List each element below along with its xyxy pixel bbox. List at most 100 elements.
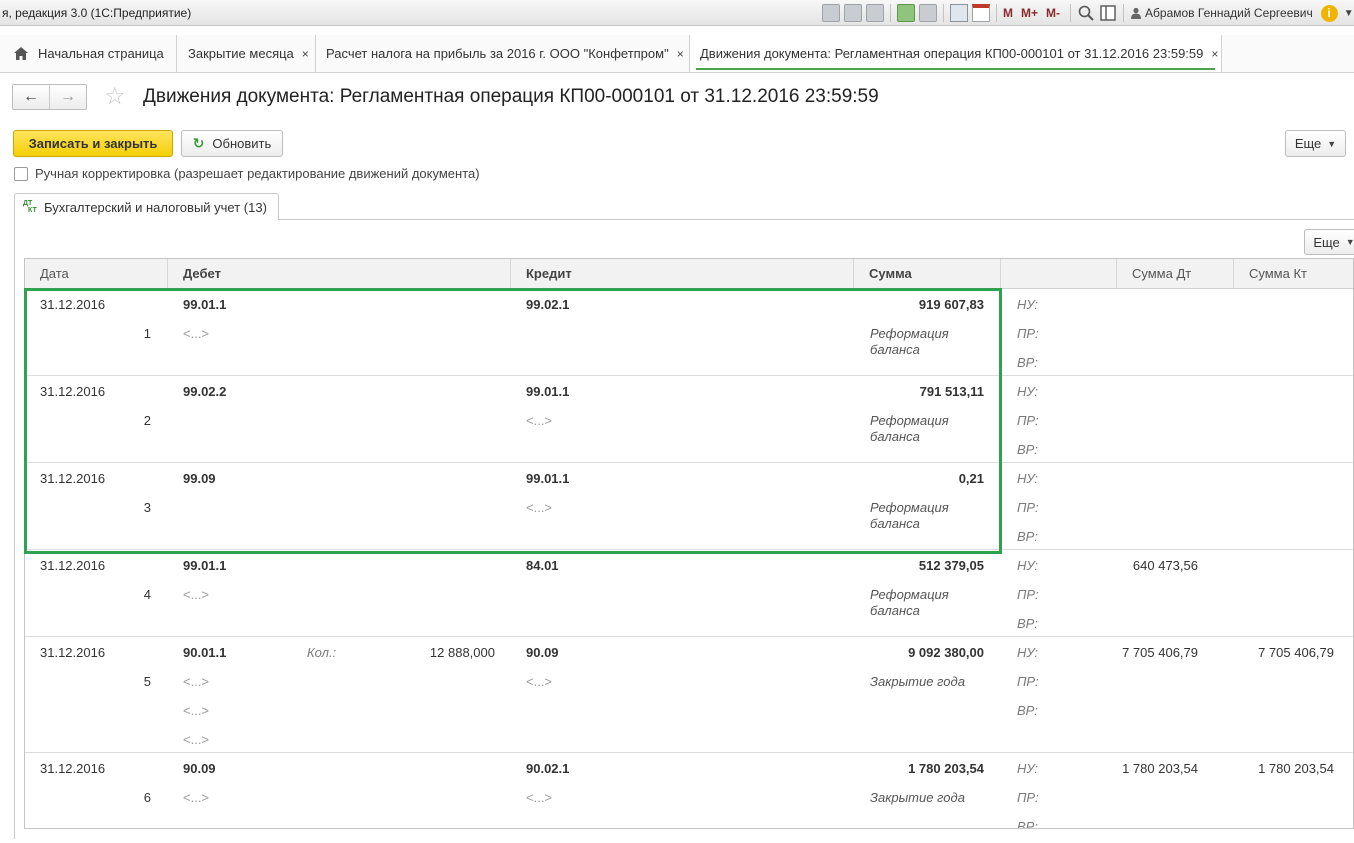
cell-sum: 512 379,05 xyxy=(918,558,984,573)
debit-credit-icon: ДТ КТ xyxy=(23,200,37,214)
table-row[interactable]: 31.12.2016 2 99.02.2 99.01.1 <...> 791 513,11… xyxy=(25,376,1353,463)
page-title: Движения документа: Регламентная операци… xyxy=(143,86,879,107)
tab-profit-tax[interactable]: Расчет налога на прибыль за 2016 г. ООО … xyxy=(316,35,690,72)
movements-table[interactable]: Дата Дебет Кредит Сумма Сумма Дт Сумма К… xyxy=(24,258,1354,829)
cell-content: Реформация баланса xyxy=(870,500,949,531)
cell-credit-subconto: <...> xyxy=(526,413,553,428)
forward-button[interactable]: → xyxy=(49,85,86,109)
toolbar-divider xyxy=(1070,4,1072,22)
table-row[interactable]: 31.12.2016 4 99.01.1 <...> 84.01 512 379,05 Ре… xyxy=(25,550,1353,637)
favorite-star-icon[interactable]: ☆ xyxy=(104,84,126,110)
tab-month-closing[interactable]: Закрытие месяца × xyxy=(177,35,316,72)
table-row[interactable]: 31.12.2016 5 90.01.1 <...> <...> <...> Кол.: 12… xyxy=(25,637,1353,753)
cell-sum: 9 092 380,00 xyxy=(908,645,984,660)
grid-more-label: Еще xyxy=(1313,234,1340,250)
toolbar-divider xyxy=(996,4,997,22)
toolbar-divider xyxy=(943,4,944,22)
chevron-down-icon[interactable]: ▼ xyxy=(1344,8,1354,19)
cell-content: Закрытие года xyxy=(870,790,965,805)
cell-credit-subconto: <...> xyxy=(526,500,553,515)
tabs-bar: Начальная страница Закрытие месяца × Рас… xyxy=(0,35,1354,73)
cell-row-number: 5 xyxy=(143,674,151,689)
back-button[interactable]: ← xyxy=(13,85,49,109)
column-header-date[interactable]: Дата xyxy=(25,259,168,288)
memory-plus-button[interactable]: M+ xyxy=(1021,6,1038,20)
cell-tax-label: ПР: xyxy=(1017,587,1039,602)
info-icon[interactable]: i xyxy=(1320,4,1338,22)
cell-debit-account: 90.09 xyxy=(183,761,216,776)
cell-sum-dt: 1 780 203,54 xyxy=(1122,761,1198,776)
manual-edit-row[interactable]: Ручная корректировка (разрешает редактир… xyxy=(14,166,480,181)
column-header-sum-dt[interactable]: Сумма Дт xyxy=(1117,259,1234,288)
tab-label: Закрытие месяца xyxy=(188,46,294,61)
cell-tax-label: НУ: xyxy=(1017,761,1039,776)
column-header-credit[interactable]: Кредит xyxy=(511,259,854,288)
manual-edit-checkbox[interactable] xyxy=(14,166,28,181)
panel-icon[interactable] xyxy=(1099,4,1117,22)
cell-debit-subconto: <...> xyxy=(183,703,210,718)
cell-credit-account: 99.02.1 xyxy=(526,297,570,312)
chevron-down-icon: ▼ xyxy=(1345,237,1354,247)
cell-date: 31.12.2016 xyxy=(40,761,106,776)
cell-debit-subconto: <...> xyxy=(183,587,210,602)
table-header: Дата Дебет Кредит Сумма Сумма Дт Сумма К… xyxy=(25,259,1353,289)
memory-button[interactable]: M xyxy=(1003,6,1013,20)
history-nav: ← → xyxy=(12,84,87,110)
user-name[interactable]: Абрамов Геннадий Сергеевич xyxy=(1145,6,1313,20)
close-icon[interactable]: × xyxy=(302,47,309,61)
cell-row-number: 2 xyxy=(143,413,151,428)
column-header-sum-kt[interactable]: Сумма Кт xyxy=(1234,259,1353,288)
refresh-button[interactable]: ↻ Обновить xyxy=(181,130,283,157)
close-icon[interactable]: × xyxy=(1211,47,1218,61)
tab-document-movements[interactable]: Движения документа: Регламентная операци… xyxy=(690,35,1222,72)
calendar-icon[interactable] xyxy=(972,4,990,22)
cell-date: 31.12.2016 xyxy=(40,558,106,573)
save-and-close-button[interactable]: Записать и закрыть xyxy=(13,130,173,157)
memory-minus-button[interactable]: M- xyxy=(1046,6,1060,20)
cell-debit-quantity: 12 888,000 xyxy=(429,645,495,660)
cell-tax-label: НУ: xyxy=(1017,558,1039,573)
tab-label: Начальная страница xyxy=(38,46,164,61)
manual-edit-label: Ручная корректировка (разрешает редактир… xyxy=(35,166,480,181)
tab-home[interactable]: Начальная страница xyxy=(0,35,177,72)
cell-sum-kt: 7 705 406,79 xyxy=(1258,645,1334,660)
column-header-sum[interactable]: Сумма xyxy=(854,259,1001,288)
cell-content: Реформация баланса xyxy=(870,326,949,357)
zoom-icon[interactable] xyxy=(1077,4,1095,22)
toolbar-divider xyxy=(890,4,891,22)
cell-debit-subconto: <...> xyxy=(183,674,210,689)
cell-tax-label: ВР: xyxy=(1017,703,1038,718)
tab-accounting[interactable]: ДТ КТ Бухгалтерский и налоговый учет (13… xyxy=(14,193,279,220)
cell-sum: 791 513,11 xyxy=(919,384,984,399)
table-row[interactable]: 31.12.2016 3 99.09 99.01.1 <...> 0,21 Реформац… xyxy=(25,463,1353,550)
chevron-down-icon: ▼ xyxy=(1327,138,1337,149)
preview-icon[interactable] xyxy=(866,4,884,22)
cell-content: Реформация баланса xyxy=(870,587,949,618)
cell-content: Реформация баланса xyxy=(870,413,949,444)
close-icon[interactable]: × xyxy=(677,47,684,61)
grid-more-button[interactable]: Еще ▼ xyxy=(1304,229,1354,255)
more-label: Еще xyxy=(1294,136,1322,151)
cell-content: Закрытие года xyxy=(870,674,965,689)
refresh-icon: ↻ xyxy=(192,135,205,151)
cell-sum-kt: 1 780 203,54 xyxy=(1258,761,1334,776)
cell-sum: 919 607,83 xyxy=(918,297,984,312)
upload-icon[interactable] xyxy=(897,4,915,22)
more-button[interactable]: Еще ▼ xyxy=(1285,130,1346,157)
cell-tax-label: ВР: xyxy=(1017,819,1038,829)
cell-debit-account: 99.01.1 xyxy=(183,558,227,573)
save-icon[interactable] xyxy=(822,4,840,22)
table-row[interactable]: 31.12.2016 6 90.09 <...> 90.02.1 <...> 1 780 2… xyxy=(25,753,1353,829)
cell-tax-label: ПР: xyxy=(1017,326,1039,341)
cell-date: 31.12.2016 xyxy=(40,645,106,660)
home-icon xyxy=(14,47,28,60)
print-icon[interactable] xyxy=(844,4,862,22)
cell-sum-dt: 7 705 406,79 xyxy=(1122,645,1198,660)
cell-quantity-label: Кол.: xyxy=(307,645,337,660)
cell-credit-subconto: <...> xyxy=(526,674,553,689)
table-row[interactable]: 31.12.2016 1 99.01.1 <...> 99.02.1 919 607,83… xyxy=(25,289,1353,376)
calculator-icon[interactable] xyxy=(950,4,968,22)
document-icon[interactable] xyxy=(919,4,937,22)
cell-debit-account: 90.01.1 xyxy=(183,645,227,660)
column-header-debit[interactable]: Дебет xyxy=(168,259,511,288)
